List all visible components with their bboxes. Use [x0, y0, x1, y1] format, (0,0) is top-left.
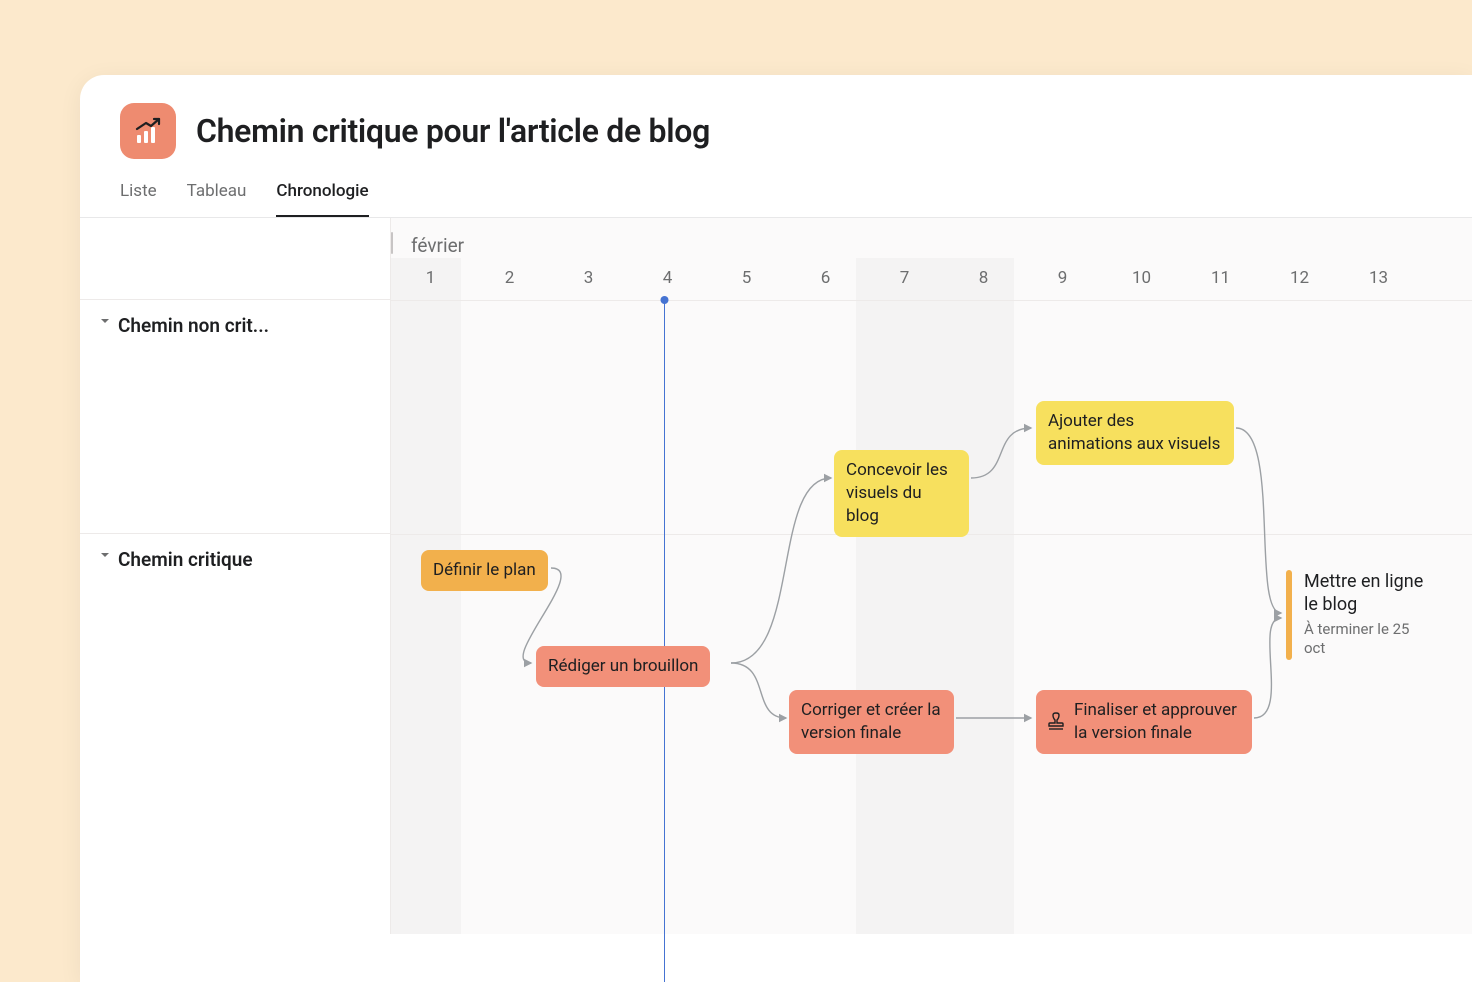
- task-label: Concevoir les visuels du blog: [846, 460, 948, 526]
- timeline-area: Chemin non crit... Chemin critique févri…: [80, 218, 1472, 934]
- today-indicator-line: [664, 300, 665, 982]
- month-label: février: [411, 234, 464, 257]
- stamp-icon: [1046, 712, 1066, 732]
- timeline-canvas[interactable]: février 1 2 3 4 5 6 7 8 9 10 11 12 13: [391, 218, 1472, 934]
- day-col-12: 12: [1260, 268, 1339, 300]
- task-approve-final[interactable]: Finaliser et approuver la version finale: [1036, 690, 1252, 754]
- section-critical[interactable]: Chemin critique: [80, 534, 390, 934]
- day-col-2: 2: [470, 268, 549, 300]
- timeline-sidebar: Chemin non crit... Chemin critique: [80, 218, 391, 934]
- day-col-7: 7: [865, 268, 944, 300]
- day-col-10: 10: [1102, 268, 1181, 300]
- task-write-draft[interactable]: Rédiger un brouillon: [536, 646, 710, 687]
- task-add-animations[interactable]: Ajouter des animations aux visuels: [1036, 401, 1234, 465]
- sidebar-header-spacer: [80, 218, 390, 300]
- project-icon[interactable]: [120, 103, 176, 159]
- section-noncritical-label: Chemin non crit...: [118, 314, 269, 337]
- day-col-5: 5: [707, 268, 786, 300]
- day-col-3: 3: [549, 268, 628, 300]
- day-col-11: 11: [1181, 268, 1260, 300]
- weekend-shade: [856, 258, 1014, 934]
- section-noncritical[interactable]: Chemin non crit...: [80, 300, 390, 534]
- milestone-bar: [1286, 570, 1292, 660]
- month-start-marker: [391, 232, 393, 254]
- milestone-subtitle: À terminer le 25 oct: [1304, 620, 1424, 659]
- today-indicator-dot: [661, 296, 669, 304]
- day-col-8: 8: [944, 268, 1023, 300]
- tab-list[interactable]: Liste: [120, 181, 157, 217]
- milestone-publish[interactable]: Mettre en ligne le blog À terminer le 25…: [1286, 570, 1424, 660]
- title-row: Chemin critique pour l'article de blog: [120, 103, 1432, 159]
- task-label: Définir le plan: [433, 560, 536, 580]
- section-critical-label: Chemin critique: [118, 548, 253, 571]
- day-col-6: 6: [786, 268, 865, 300]
- chevron-down-icon: [98, 548, 112, 562]
- milestone-text: Mettre en ligne le blog À terminer le 25…: [1304, 570, 1424, 660]
- header-row-divider: [391, 300, 1472, 301]
- tab-timeline[interactable]: Chronologie: [276, 181, 368, 217]
- task-review-final[interactable]: Corriger et créer la version finale: [789, 690, 954, 754]
- task-label: Corriger et créer la version finale: [801, 700, 941, 743]
- day-col-13: 13: [1339, 268, 1418, 300]
- tab-board[interactable]: Tableau: [187, 181, 247, 217]
- task-label: Rédiger un brouillon: [548, 656, 698, 676]
- project-header: Chemin critique pour l'article de blog L…: [80, 75, 1472, 217]
- chart-up-icon: [132, 115, 164, 147]
- task-label: Ajouter des animations aux visuels: [1048, 411, 1220, 454]
- day-header: 1 2 3 4 5 6 7 8 9 10 11 12 13: [391, 268, 1418, 300]
- task-design-visuals[interactable]: Concevoir les visuels du blog: [834, 450, 969, 537]
- task-define-plan[interactable]: Définir le plan: [421, 550, 548, 591]
- task-label: Finaliser et approuver la version finale: [1074, 699, 1240, 745]
- view-tabs: Liste Tableau Chronologie: [120, 181, 1432, 217]
- milestone-title: Mettre en ligne le blog: [1304, 570, 1424, 617]
- project-title: Chemin critique pour l'article de blog: [196, 112, 710, 150]
- weekend-shade: [391, 258, 461, 934]
- day-col-9: 9: [1023, 268, 1102, 300]
- day-col-1: 1: [391, 268, 470, 300]
- day-col-4: 4: [628, 268, 707, 300]
- chevron-down-icon: [98, 314, 112, 328]
- app-window: Chemin critique pour l'article de blog L…: [80, 75, 1472, 982]
